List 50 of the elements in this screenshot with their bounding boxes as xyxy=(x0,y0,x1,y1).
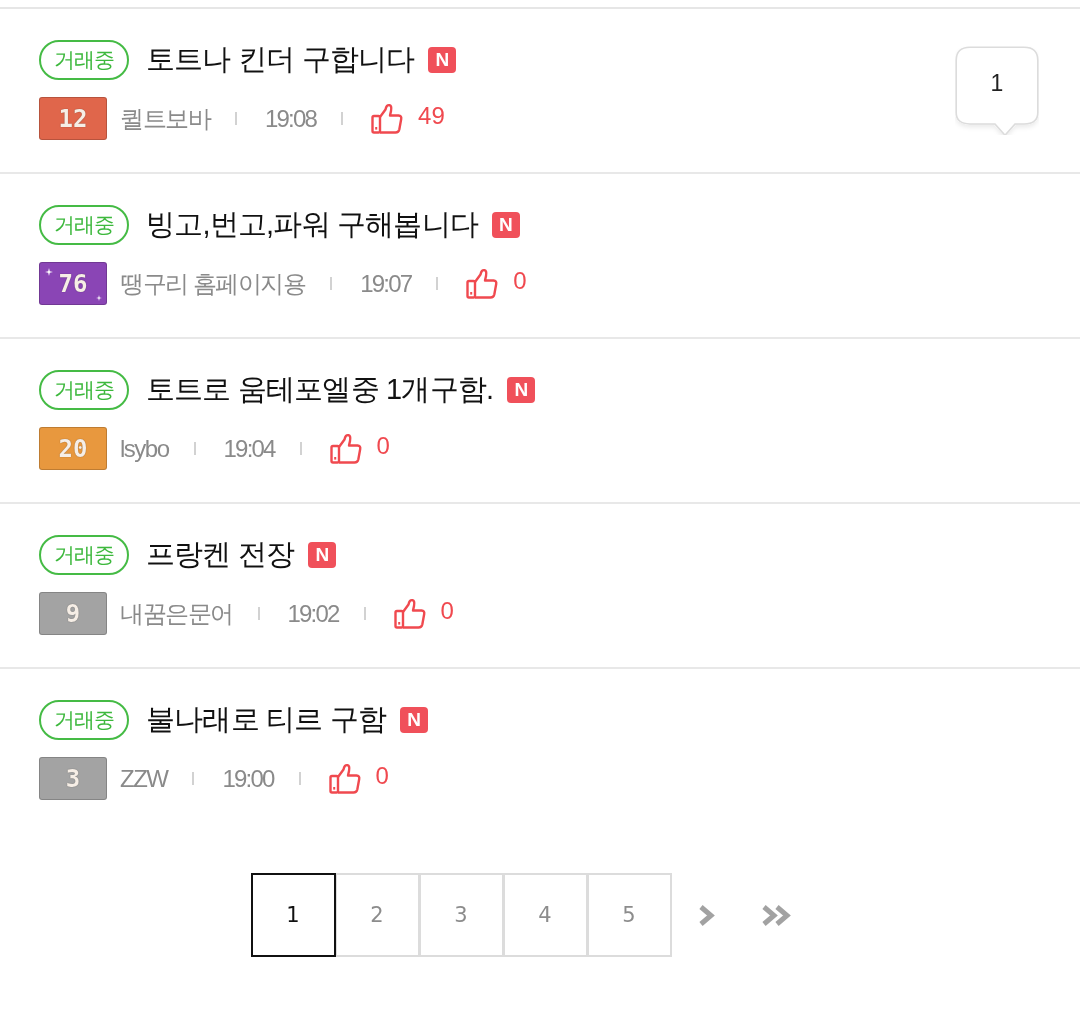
post-title[interactable]: 빙고,번고,파워 구해봅니다 xyxy=(146,205,478,245)
status-tag: 거래중 xyxy=(39,205,129,245)
level-badge: 9 xyxy=(39,592,107,635)
post-title[interactable]: 토트나 킨더 구합니다 xyxy=(146,40,415,80)
status-tag: 거래중 xyxy=(39,370,129,410)
new-tag: N xyxy=(308,542,337,568)
thumbs-up-icon[interactable] xyxy=(466,268,499,299)
level-badge: 12 xyxy=(39,97,107,140)
double-chevron-right-icon xyxy=(761,904,792,926)
post-time: 19:04 xyxy=(223,434,275,463)
like-count: 0 xyxy=(376,431,390,460)
author-name[interactable]: 퀼트보바 xyxy=(120,102,210,135)
post-time: 19:07 xyxy=(360,269,412,298)
status-tag: 거래중 xyxy=(39,700,129,740)
new-tag: N xyxy=(507,377,536,403)
page-button[interactable]: 2 xyxy=(334,873,420,957)
author-name[interactable]: ZZW xyxy=(120,764,168,793)
author-name[interactable]: 땡구리 홈페이지용 xyxy=(120,267,306,300)
post-time: 19:08 xyxy=(265,104,317,133)
like-count: 0 xyxy=(375,761,389,790)
level-badge: 20 xyxy=(39,427,107,470)
page-button[interactable]: 1 xyxy=(250,873,336,957)
comment-count[interactable]: 1 xyxy=(955,45,1039,135)
like-count: 0 xyxy=(513,266,527,295)
chevron-right-icon xyxy=(698,904,715,926)
author-name[interactable]: 내꿈은문어 xyxy=(120,597,233,630)
thumbs-up-icon[interactable] xyxy=(328,763,361,794)
status-tag: 거래중 xyxy=(39,535,129,575)
post-title[interactable]: 토트로 움테포엘중 1개구함. xyxy=(146,370,494,410)
status-tag: 거래중 xyxy=(39,40,129,80)
post-time: 19:00 xyxy=(222,764,274,793)
level-badge: 76 xyxy=(39,262,107,305)
sparkle-icon xyxy=(96,295,102,301)
thumbs-up-icon[interactable] xyxy=(393,598,426,629)
new-tag: N xyxy=(428,47,457,73)
page-button[interactable]: 4 xyxy=(502,873,588,957)
page-button[interactable]: 5 xyxy=(586,873,672,957)
thumbs-up-icon[interactable] xyxy=(329,433,362,464)
sparkle-icon xyxy=(45,268,53,276)
page-button[interactable]: 3 xyxy=(418,873,504,957)
like-count: 49 xyxy=(418,101,445,130)
post-title[interactable]: 프랑켄 전장 xyxy=(146,535,295,575)
thumbs-up-icon[interactable] xyxy=(371,103,404,134)
new-tag: N xyxy=(400,707,429,733)
author-name[interactable]: lsybo xyxy=(120,434,169,463)
level-badge: 3 xyxy=(39,757,107,800)
new-tag: N xyxy=(492,212,520,238)
post-time: 19:02 xyxy=(287,599,339,628)
like-count: 0 xyxy=(440,596,454,625)
post-title[interactable]: 불나래로 티르 구함 xyxy=(146,700,387,740)
